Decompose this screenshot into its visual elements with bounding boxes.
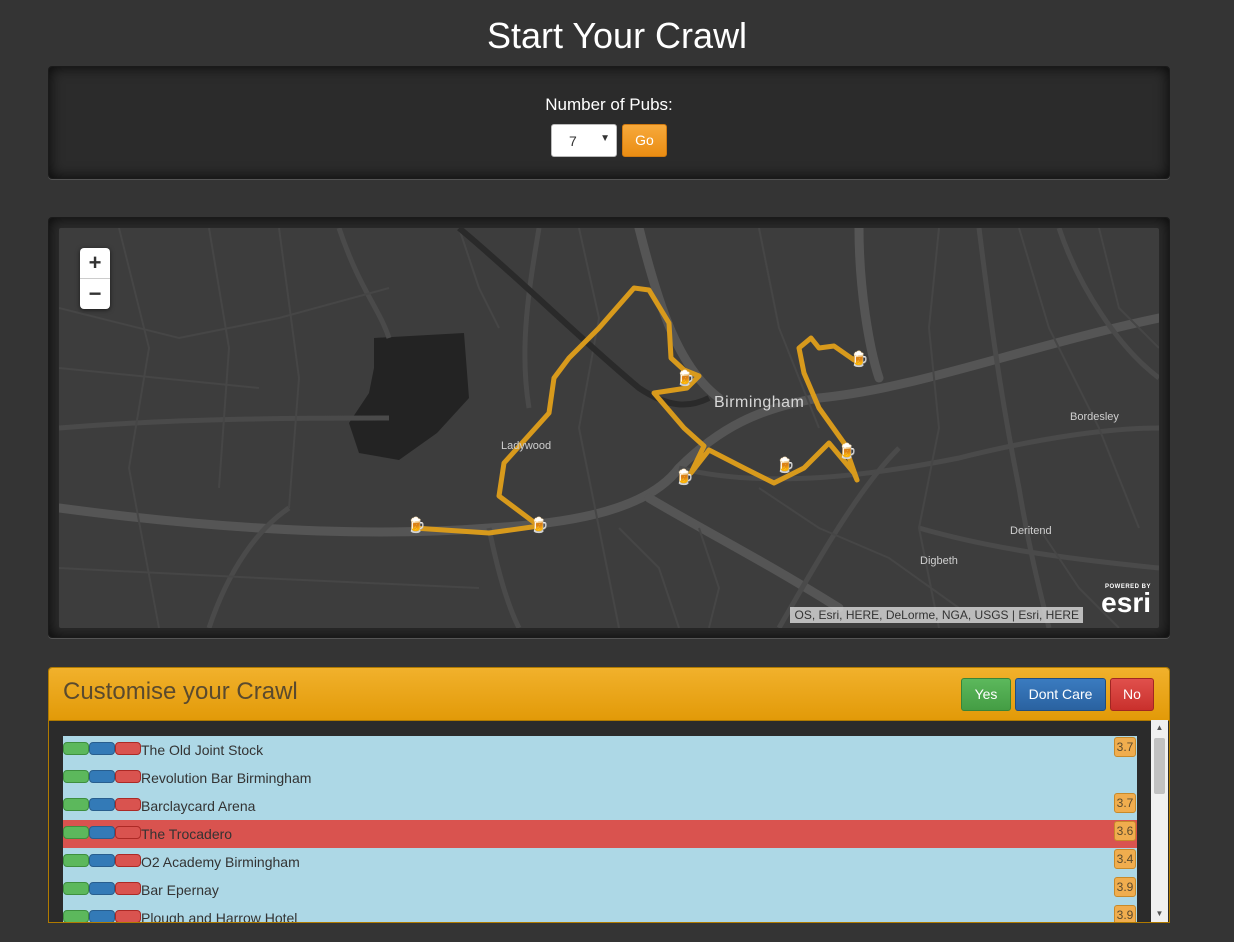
zoom-out-button[interactable]: − (80, 279, 110, 309)
pub-rating-badge: 3.9 (1114, 905, 1136, 922)
pub-yes-button[interactable] (63, 826, 89, 839)
map-label-deritend: Deritend (1010, 525, 1052, 537)
pub-count-value: 7 (569, 133, 577, 149)
pub-dont-care-button[interactable] (89, 826, 115, 839)
chevron-down-icon: ▼ (600, 133, 610, 144)
esri-logo: POWERED BY esri (1089, 584, 1151, 620)
pub-yes-button[interactable] (63, 770, 89, 783)
minor-roads (59, 228, 1159, 628)
map-label-birmingham: Birmingham (714, 394, 805, 411)
pub-no-button[interactable] (115, 826, 141, 839)
scroll-up-icon[interactable]: ▲ (1151, 720, 1168, 736)
pub-count-select[interactable]: 7 ▼ (551, 124, 617, 157)
pub-list: The Old Joint Stock 3.7 Revolution Bar B… (63, 736, 1137, 922)
pub-rating-badge: 3.9 (1114, 877, 1136, 897)
customise-header: Customise your Crawl Yes Dont Care No (49, 668, 1169, 721)
beer-mug-icon[interactable]: 🍺 (776, 458, 795, 474)
map[interactable]: + − Birmingham Ladywood Bordesley Derite… (59, 228, 1159, 628)
pub-rating-badge: 3.7 (1114, 793, 1136, 813)
customise-panel: Customise your Crawl Yes Dont Care No Th… (48, 667, 1170, 923)
pub-name: Plough and Harrow Hotel (141, 910, 298, 922)
pub-yes-button[interactable] (63, 882, 89, 895)
map-canvas (59, 228, 1159, 628)
pub-count-label: Number of Pubs: (545, 95, 673, 114)
pub-yes-button[interactable] (63, 742, 89, 755)
pub-no-button[interactable] (115, 854, 141, 867)
pub-no-button[interactable] (115, 798, 141, 811)
pub-no-button[interactable] (115, 882, 141, 895)
go-button[interactable]: Go (622, 124, 667, 157)
no-button[interactable]: No (1110, 678, 1154, 711)
pub-name: The Trocadero (141, 826, 233, 842)
list-scrollbar[interactable]: ▲ ▼ (1151, 720, 1168, 922)
pub-row: Plough and Harrow Hotel 3.9 (63, 904, 1137, 922)
beer-mug-icon[interactable]: 🍺 (838, 444, 857, 460)
zoom-control: + − (80, 248, 110, 309)
pub-name: Barclaycard Arena (141, 798, 256, 814)
beer-mug-icon[interactable]: 🍺 (407, 518, 426, 534)
scroll-down-icon[interactable]: ▼ (1151, 906, 1168, 922)
pub-name: Revolution Bar Birmingham (141, 770, 312, 786)
zoom-in-button[interactable]: + (80, 248, 110, 279)
pub-dont-care-button[interactable] (89, 742, 115, 755)
pub-dont-care-button[interactable] (89, 854, 115, 867)
pub-row: O2 Academy Birmingham 3.4 (63, 848, 1137, 876)
beer-mug-icon[interactable]: 🍺 (675, 470, 694, 486)
map-attribution: OS, Esri, HERE, DeLorme, NGA, USGS | Esr… (790, 607, 1083, 623)
pub-row: Bar Epernay 3.9 (63, 876, 1137, 904)
esri-logo-brand: esri (1101, 587, 1151, 618)
scroll-thumb[interactable] (1154, 738, 1165, 794)
pub-row: The Trocadero 3.6 (63, 820, 1137, 848)
map-label-digbeth: Digbeth (920, 555, 958, 567)
pub-count-panel: Number of Pubs: 7 ▼ Go (48, 66, 1170, 179)
pub-no-button[interactable] (115, 742, 141, 755)
pub-no-button[interactable] (115, 910, 141, 922)
pub-rating-badge: 3.4 (1114, 849, 1136, 869)
pub-rating-badge: 3.6 (1114, 821, 1136, 841)
reservoir-shape (349, 333, 469, 460)
pub-dont-care-button[interactable] (89, 798, 115, 811)
pub-dont-care-button[interactable] (89, 910, 115, 922)
pub-yes-button[interactable] (63, 910, 89, 922)
beer-mug-icon[interactable]: 🍺 (850, 352, 869, 368)
pub-yes-button[interactable] (63, 798, 89, 811)
pub-row: Barclaycard Arena 3.7 (63, 792, 1137, 820)
map-label-bordesley: Bordesley (1070, 411, 1119, 423)
pub-name: Bar Epernay (141, 882, 219, 898)
pub-name: O2 Academy Birmingham (141, 854, 300, 870)
pub-yes-button[interactable] (63, 854, 89, 867)
pub-rating-badge: 3.7 (1114, 737, 1136, 757)
page-title: Start Your Crawl (486, 15, 748, 56)
pub-row: Revolution Bar Birmingham (63, 764, 1137, 792)
pub-name: The Old Joint Stock (141, 742, 264, 758)
beer-mug-icon[interactable]: 🍺 (530, 518, 549, 534)
pub-no-button[interactable] (115, 770, 141, 783)
map-label-ladywood: Ladywood (501, 440, 552, 452)
pub-dont-care-button[interactable] (89, 882, 115, 895)
customise-title: Customise your Crawl (63, 678, 298, 705)
pub-row: The Old Joint Stock 3.7 (63, 736, 1137, 764)
map-panel: + − Birmingham Ladywood Bordesley Derite… (48, 217, 1170, 638)
pub-dont-care-button[interactable] (89, 770, 115, 783)
yes-button[interactable]: Yes (961, 678, 1011, 711)
dont-care-button[interactable]: Dont Care (1015, 678, 1106, 711)
beer-mug-icon[interactable]: 🍺 (676, 371, 695, 387)
